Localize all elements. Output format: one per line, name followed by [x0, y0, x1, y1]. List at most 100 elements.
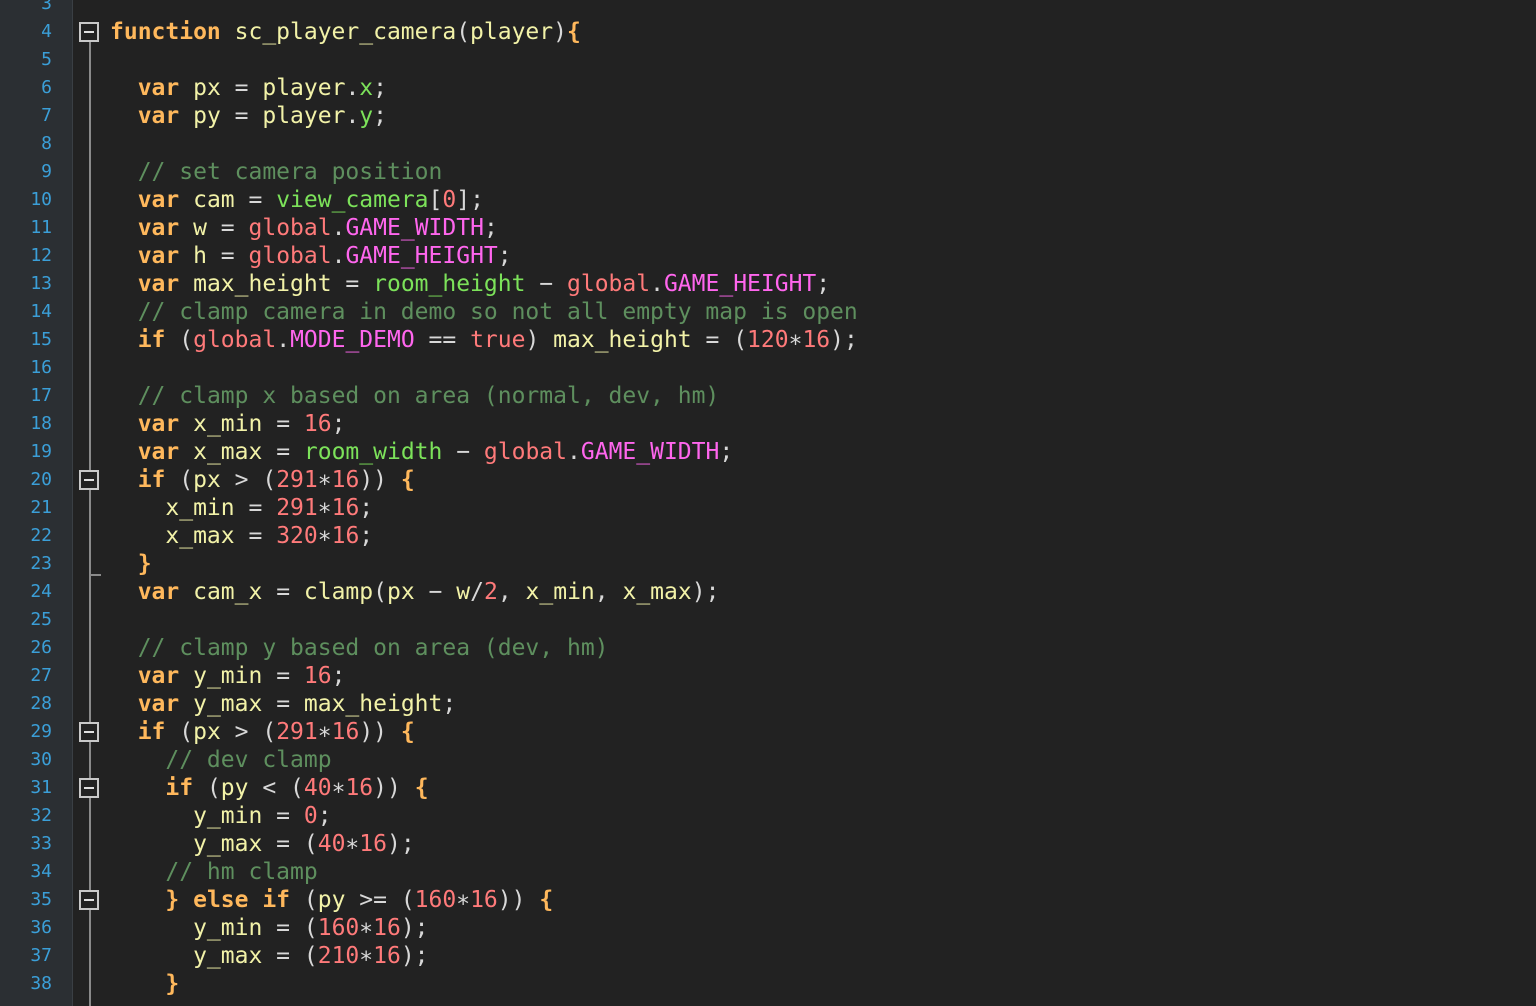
code-token: 16: [331, 495, 360, 521]
code-token: px: [193, 467, 235, 493]
code-token: ,: [497, 579, 526, 605]
code-token: var: [137, 411, 180, 437]
code-token: ): [553, 19, 567, 45]
code-token: = (: [705, 327, 748, 353]
code-line[interactable]: // dev clamp: [110, 746, 331, 774]
line-number: 7: [41, 105, 52, 126]
code-token: x_max: [110, 523, 249, 549]
code-token: x_min: [525, 579, 595, 605]
code-token: −: [442, 439, 484, 465]
code-token: if: [137, 467, 166, 493]
code-token: < (: [262, 775, 304, 801]
code-token: =: [248, 187, 277, 213]
code-token: max_height: [303, 691, 443, 717]
line-number: 9: [41, 161, 52, 182]
line-number: 17: [30, 385, 52, 406]
code-token: 16: [345, 775, 374, 801]
code-line[interactable]: var y_min = 16;: [110, 662, 346, 690]
line-number: 6: [41, 77, 52, 98]
code-token: 160: [414, 887, 457, 913]
code-token: );: [400, 915, 429, 941]
code-line[interactable]: var cam = view_camera[0];: [110, 186, 484, 214]
code-line[interactable]: } else if (py >= (160∗16)) {: [110, 886, 553, 914]
code-line[interactable]: function sc_player_camera(player){: [110, 18, 581, 46]
code-token: = (: [276, 943, 318, 969]
code-token: =: [276, 663, 304, 689]
code-line[interactable]: if (px > (291∗16)) {: [110, 718, 415, 746]
code-line[interactable]: // set camera position: [110, 158, 443, 186]
code-line[interactable]: y_max = (210∗16);: [110, 942, 428, 970]
code-line[interactable]: y_min = (160∗16);: [110, 914, 429, 942]
line-number: 32: [30, 805, 52, 826]
code-line[interactable]: var h = global.GAME_HEIGHT;: [110, 242, 512, 270]
code-line[interactable]: if (px > (291∗16)) {: [110, 466, 415, 494]
code-token: 16: [373, 943, 401, 969]
fold-toggle-minus-icon[interactable]: [79, 722, 99, 742]
code-token: ∗: [359, 915, 374, 941]
code-token: var: [137, 187, 180, 213]
code-line[interactable]: var x_max = room_width − global.GAME_WID…: [110, 438, 734, 466]
code-token: view_camera: [276, 187, 429, 213]
code-line[interactable]: }: [110, 970, 179, 998]
code-token: global: [193, 327, 277, 353]
code-token: ;: [331, 663, 346, 689]
line-number: 3: [41, 0, 52, 14]
line-number: 22: [30, 525, 52, 546]
code-token: ∗: [317, 719, 332, 745]
code-line[interactable]: }: [110, 550, 152, 578]
code-token: px: [387, 579, 429, 605]
code-token: ∗: [359, 943, 374, 969]
code-token: =: [234, 103, 263, 129]
line-number: 25: [30, 609, 52, 630]
code-line[interactable]: var px = player.x;: [110, 74, 387, 102]
code-token: 320: [276, 523, 318, 549]
fold-toggle-minus-icon[interactable]: [79, 778, 99, 798]
line-number: 36: [30, 917, 52, 938]
code-token: ;: [719, 439, 734, 465]
code-line[interactable]: var max_height = room_height − global.GA…: [110, 270, 830, 298]
code-line[interactable]: var cam_x = clamp(px − w/2, x_min, x_max…: [110, 578, 720, 606]
fold-toggle-minus-icon[interactable]: [79, 890, 99, 910]
code-token: }: [165, 971, 180, 997]
code-line[interactable]: if (global.MODE_DEMO == true) max_height…: [110, 326, 858, 354]
code-token: =: [220, 215, 249, 241]
code-line[interactable]: // clamp x based on area (normal, dev, h…: [110, 382, 720, 410]
code-token: > (: [234, 467, 277, 493]
code-line[interactable]: // clamp y based on area (dev, hm): [110, 634, 609, 662]
code-line[interactable]: x_max = 320∗16;: [110, 522, 373, 550]
code-token: ;: [442, 691, 457, 717]
line-number: 16: [30, 357, 52, 378]
code-line[interactable]: if (py < (40∗16)) {: [110, 774, 429, 802]
code-line[interactable]: y_min = 0;: [110, 802, 332, 830]
fold-toggle-minus-icon[interactable]: [79, 470, 99, 490]
line-number: 37: [30, 945, 52, 966]
code-token: .: [345, 103, 360, 129]
code-token: cam: [179, 187, 249, 213]
code-line[interactable]: var w = global.GAME_WIDTH;: [110, 214, 498, 242]
code-token: y_min: [179, 663, 277, 689]
code-line[interactable]: y_max = (40∗16);: [110, 830, 415, 858]
code-token: =: [345, 271, 374, 297]
code-line[interactable]: // clamp camera in demo so not all empty…: [110, 298, 858, 326]
code-token: ∗: [345, 831, 360, 857]
code-token: ==: [414, 327, 471, 353]
code-token: GAME_WIDTH: [345, 215, 484, 241]
code-line[interactable]: var x_min = 16;: [110, 410, 346, 438]
code-token: .: [276, 327, 291, 353]
line-number: 24: [30, 581, 52, 602]
line-number: 21: [30, 497, 52, 518]
code-token: =: [220, 243, 249, 269]
code-line[interactable]: var py = player.y;: [110, 102, 387, 130]
code-line[interactable]: x_min = 291∗16;: [110, 494, 373, 522]
code-line[interactable]: var y_max = max_height;: [110, 690, 457, 718]
fold-toggle-minus-icon[interactable]: [79, 22, 99, 42]
line-number: 8: [41, 133, 52, 154]
code-token: {: [414, 775, 429, 801]
code-token: {: [567, 19, 581, 45]
code-token: w: [179, 215, 221, 241]
code-editor[interactable]: 3 4 5 6 7 8 9 10 11 12 13 14 15 16 17 18 19 20 21 22 23 24 25 2…: [0, 0, 1536, 1006]
code-line[interactable]: // hm clamp: [110, 858, 317, 886]
